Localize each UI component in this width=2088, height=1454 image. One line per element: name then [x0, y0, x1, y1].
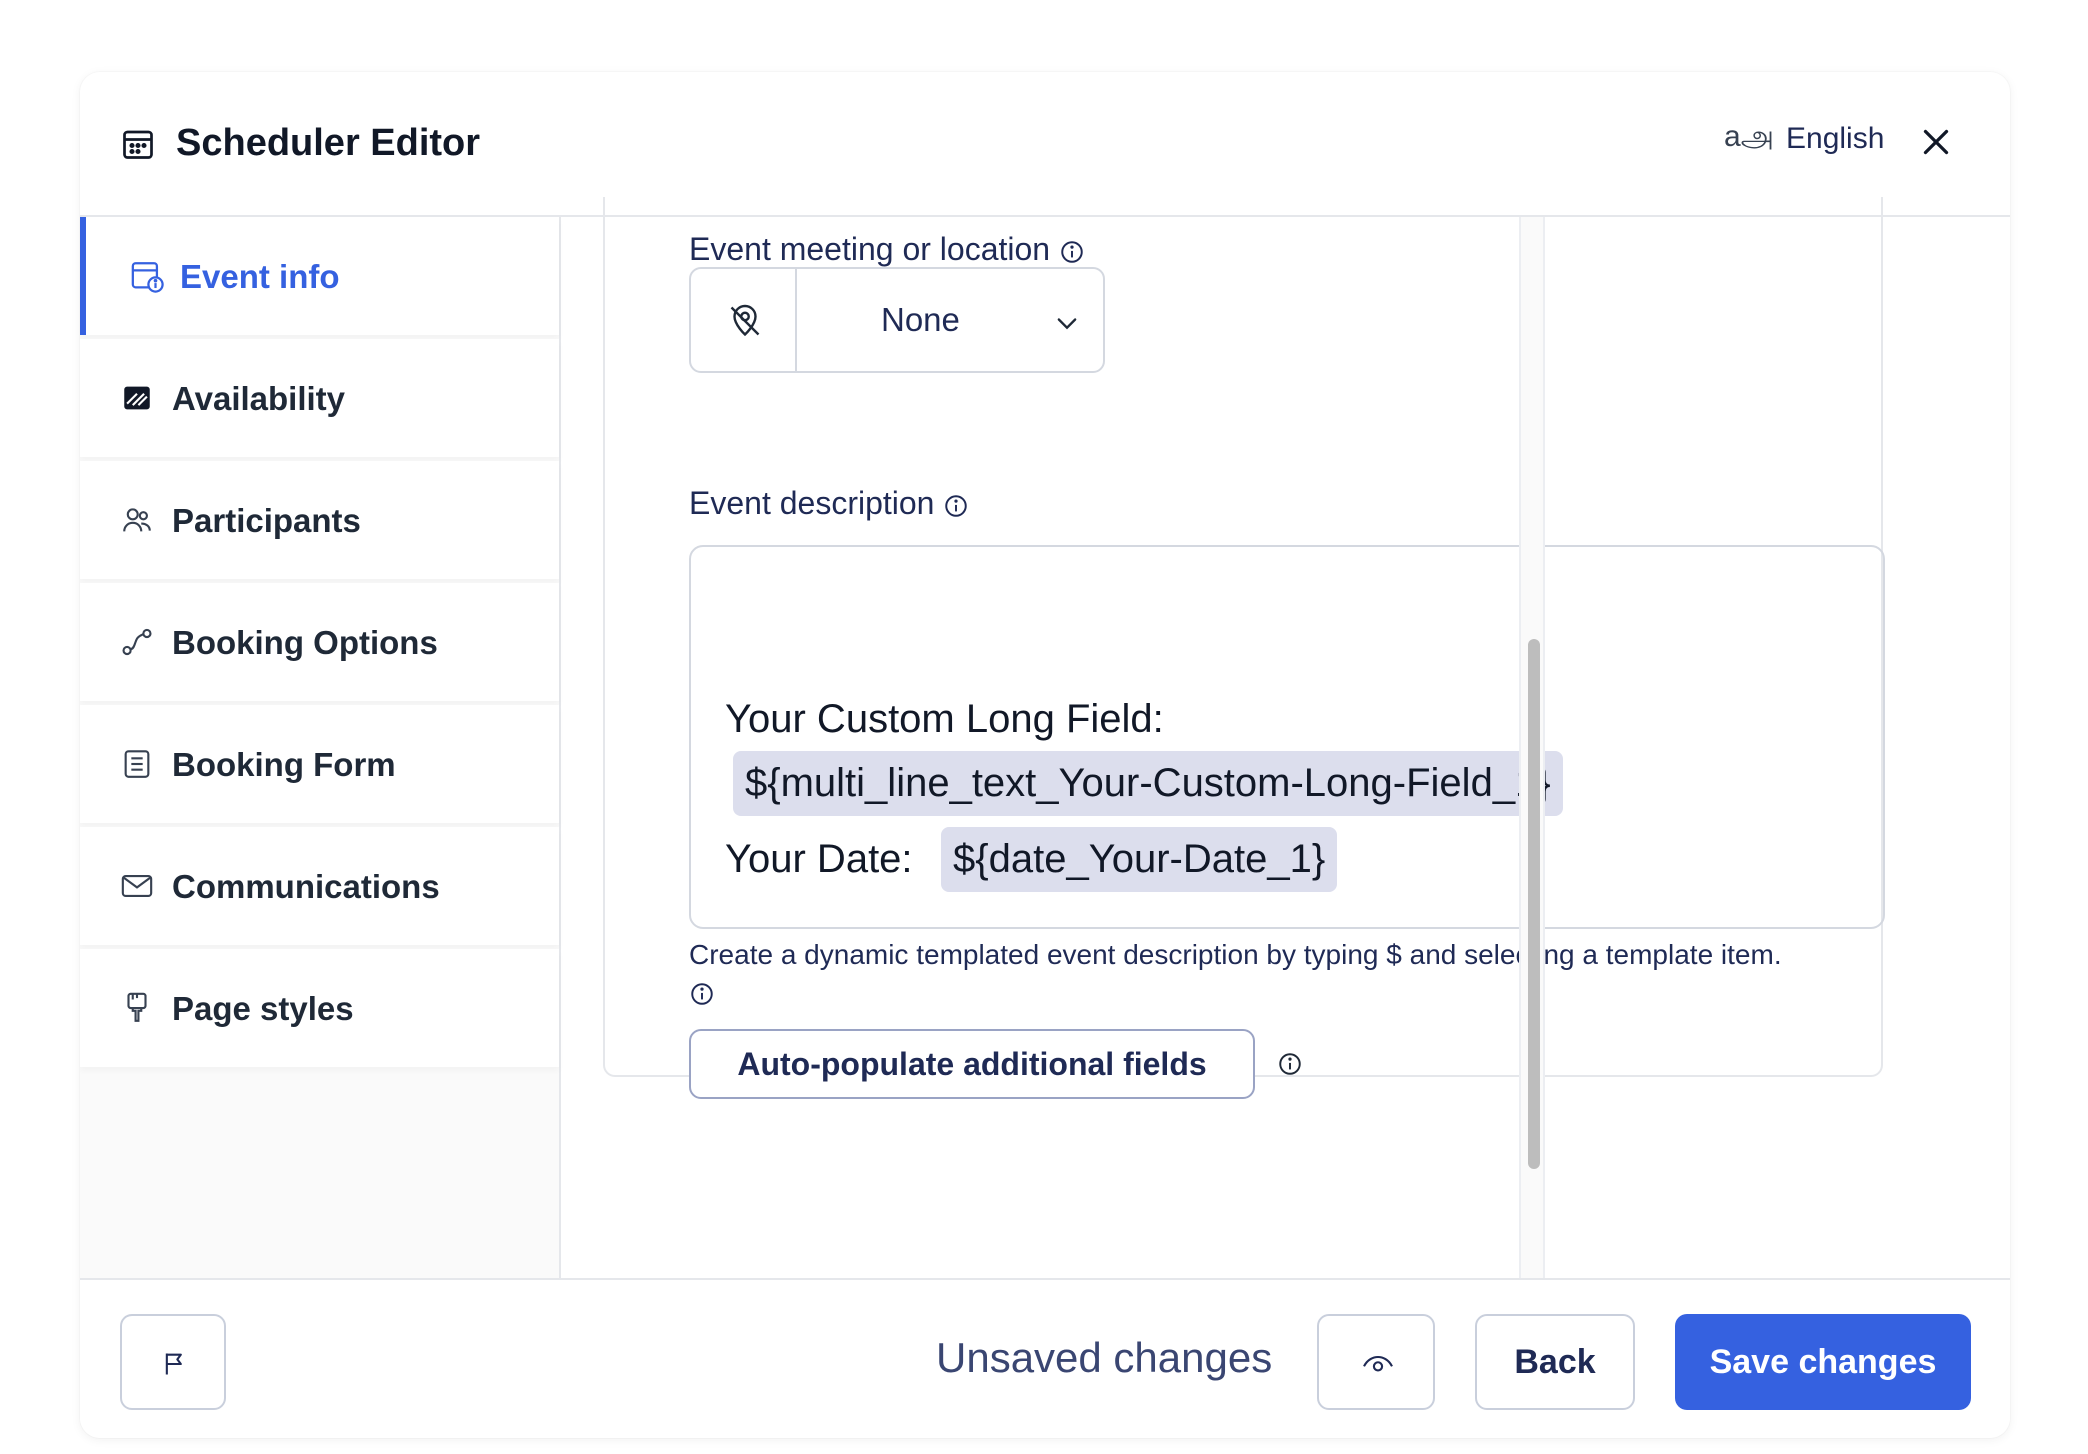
unsaved-status: Unsaved changes [936, 1334, 1273, 1381]
select-divider [795, 269, 797, 371]
sidebar-item-event-info[interactable]: Event info [80, 217, 559, 335]
scheduler-editor-modal: Scheduler Editor aஅ English Event info A… [80, 72, 2010, 1438]
sidebar-item-communications[interactable]: Communications [80, 827, 559, 945]
sidebar-item-label: Booking Form [172, 746, 396, 783]
content-scrollbar[interactable] [1519, 217, 1545, 1278]
preview-button[interactable] [1317, 1314, 1435, 1410]
sidebar-item-participants[interactable]: Participants [80, 461, 559, 579]
sidebar: Event info Availability Participants Boo… [80, 217, 561, 1278]
template-token-chip[interactable]: ${multi_line_text_Your-Custom-Long-Field… [733, 751, 1563, 816]
sidebar-item-label: Booking Options [172, 624, 438, 661]
page-title: Scheduler Editor [176, 122, 481, 164]
location-label: Event meeting or location [689, 231, 1085, 268]
envelope-icon [121, 875, 153, 897]
location-select-value: None [881, 301, 960, 338]
participants-icon [123, 508, 151, 532]
event-description-editor[interactable]: Your Custom Long Field: ${multi_line_tex… [689, 545, 1885, 929]
location-off-icon [730, 304, 760, 337]
close-icon[interactable] [1918, 124, 1954, 160]
language-icon[interactable]: aஅ [1724, 120, 1774, 158]
modal-header: Scheduler Editor aஅ English [80, 72, 2010, 217]
description-helper-text: Create a dynamic templated event descrip… [689, 939, 1782, 1007]
sidebar-item-page-styles[interactable]: Page styles [80, 949, 559, 1067]
sidebar-item-label: Page styles [172, 990, 354, 1027]
auto-populate-button[interactable]: Auto-populate additional fields [689, 1029, 1255, 1099]
sidebar-item-availability[interactable]: Availability [80, 339, 559, 457]
scrollbar-thumb[interactable] [1528, 639, 1540, 1169]
description-text-line: Your Custom Long Field: [725, 697, 1164, 741]
info-icon[interactable] [1277, 1051, 1303, 1077]
sidebar-item-label: Event info [180, 258, 340, 295]
sidebar-item-booking-form[interactable]: Booking Form [80, 705, 559, 823]
location-select[interactable]: None [689, 267, 1105, 373]
info-icon[interactable] [689, 981, 715, 1007]
eye-icon [1363, 1355, 1393, 1372]
description-text-line: Your Date: [725, 837, 913, 881]
calendar-info-icon [131, 262, 164, 293]
info-icon[interactable] [943, 493, 969, 519]
flag-icon [165, 1353, 182, 1375]
sidebar-item-label: Availability [172, 380, 346, 417]
calendar-icon [123, 130, 153, 159]
availability-icon [124, 386, 150, 410]
language-selector[interactable]: English [1786, 122, 1884, 156]
save-changes-button[interactable]: Save changes [1675, 1314, 1971, 1410]
sidebar-item-label: Communications [172, 868, 440, 905]
back-button[interactable]: Back [1475, 1314, 1635, 1410]
info-icon[interactable] [1059, 239, 1085, 265]
event-info-card: Event meeting or location None Event des… [603, 197, 1885, 1099]
description-label: Event description [689, 485, 969, 522]
paintbrush-icon [127, 992, 147, 1022]
sidebar-item-label: Participants [172, 502, 361, 539]
main-content: Event meeting or location None Event des… [561, 197, 2010, 1278]
report-button[interactable] [120, 1314, 226, 1410]
template-token-chip[interactable]: ${date_Your-Date_1} [941, 827, 1338, 892]
sidebar-item-booking-options[interactable]: Booking Options [80, 583, 559, 701]
booking-options-icon [122, 628, 152, 656]
chevron-down-icon [1057, 318, 1077, 330]
modal-footer: Unsaved changes Back Save changes [80, 1278, 2010, 1438]
form-icon [124, 750, 150, 778]
